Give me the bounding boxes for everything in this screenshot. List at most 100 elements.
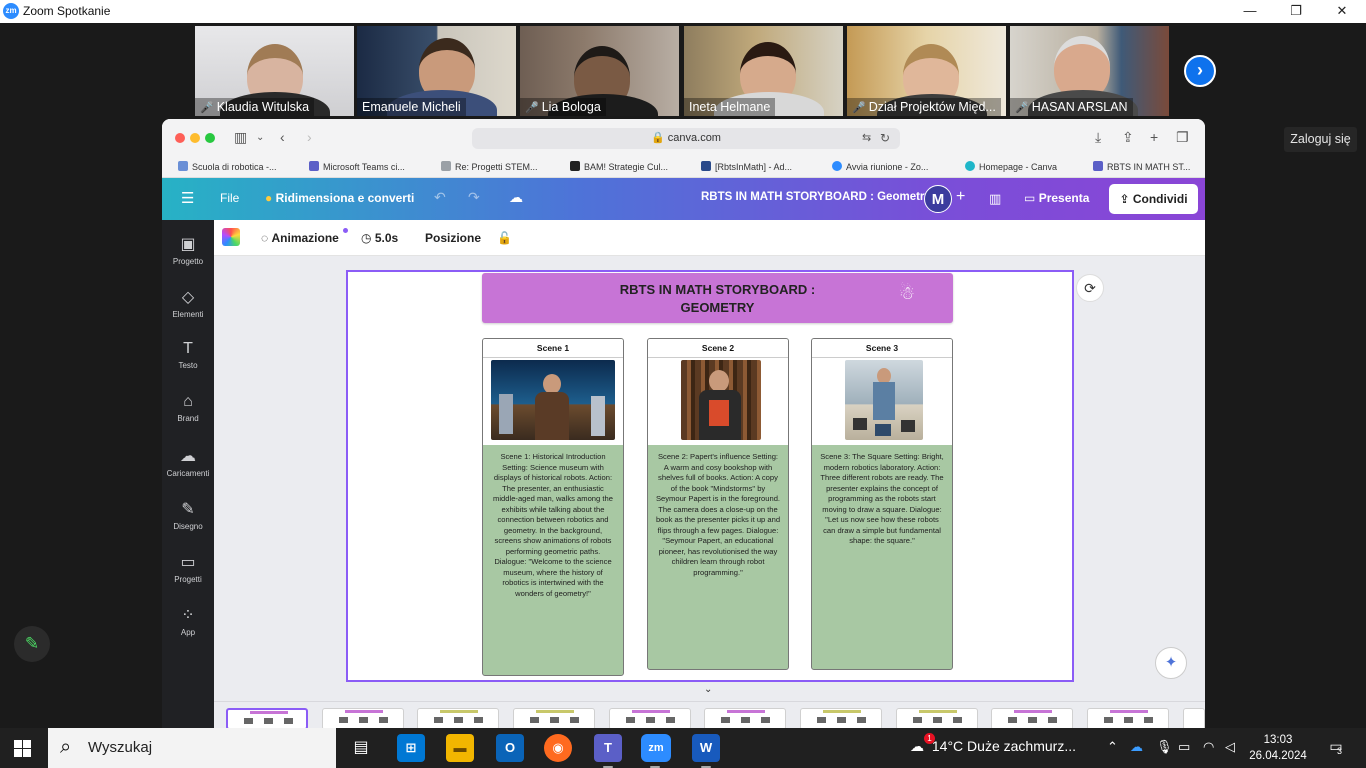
sidebar-item-projects[interactable]: ▭ Progetti	[162, 552, 214, 584]
chevron-up-icon[interactable]: ⌃	[1107, 739, 1118, 755]
battery-icon[interactable]: ▭	[1178, 739, 1190, 755]
sidebar-item-apps[interactable]: ⁘ App	[162, 605, 214, 637]
forward-icon[interactable]: ›	[307, 129, 312, 145]
close-button[interactable]: ✕	[1319, 0, 1365, 23]
position-button[interactable]: Posizione	[425, 231, 481, 245]
share-icon[interactable]: ⇪	[1122, 129, 1134, 146]
address-bar[interactable]: 🔒 canva.com	[472, 128, 900, 149]
microsoft-store-icon[interactable]: ⊞	[397, 734, 425, 762]
page-thumbnail[interactable]	[704, 708, 786, 728]
chevron-down-icon[interactable]: ⌄	[256, 132, 264, 143]
notifications-icon[interactable]: ▭ 3	[1325, 738, 1347, 758]
outlook-icon[interactable]: O	[496, 734, 524, 762]
annotate-pencil-icon[interactable]: ✎	[14, 626, 50, 662]
clock[interactable]: 13:03 26.04.2024	[1238, 732, 1318, 764]
bookmark[interactable]: Re: Progetti STEM...	[441, 161, 538, 172]
animation-button[interactable]: ◌ Animazione	[261, 231, 339, 245]
slide-title-banner[interactable]: RBTS IN MATH STORYBOARD : GEOMETRY ☃	[482, 273, 953, 323]
scene-card-1[interactable]: Scene 1 Scene 1: Historical Introduction…	[482, 338, 624, 676]
bookmark[interactable]: Homepage - Canva	[965, 161, 1057, 172]
windows-start-icon[interactable]	[14, 740, 31, 757]
page-thumbnail[interactable]	[1183, 708, 1205, 728]
add-collaborator-icon[interactable]: +	[956, 188, 965, 206]
crown-icon: ●	[265, 191, 273, 205]
new-tab-icon[interactable]: +	[1150, 129, 1158, 145]
color-picker-icon[interactable]	[222, 228, 240, 246]
back-icon[interactable]: ‹	[280, 129, 285, 145]
next-participants-button[interactable]: ›	[1184, 55, 1216, 87]
collapse-pages-icon[interactable]: ⌄	[704, 684, 712, 695]
video-tile[interactable]: 🎤 Dział Projektów Międ...	[847, 26, 1006, 116]
word-icon[interactable]: W	[692, 734, 720, 768]
bookmark-label: [RbtsInMath] - Ad...	[715, 162, 793, 172]
cloud-sync-icon[interactable]: ☁	[509, 189, 523, 206]
page-thumbnail[interactable]	[322, 708, 404, 728]
microphone-icon[interactable]: 🎙	[1156, 739, 1173, 755]
sidebar-item-draw[interactable]: ✎ Disegno	[162, 499, 214, 531]
share-button[interactable]: ⇪ Condividi	[1109, 184, 1198, 214]
document-title[interactable]: RBTS IN MATH STORYBOARD : Geometry	[701, 191, 931, 203]
undo-icon[interactable]: ↶	[434, 189, 446, 206]
video-tile[interactable]: Ineta Helmane	[684, 26, 843, 116]
sign-in-button[interactable]: Zaloguj się	[1284, 127, 1357, 152]
present-button[interactable]: ▭ Presenta	[1024, 191, 1089, 205]
wifi-icon[interactable]: ◠	[1203, 739, 1214, 755]
bookmark[interactable]: [RbtsInMath] - Ad...	[701, 161, 792, 172]
zoom-taskbar-icon[interactable]: zm	[641, 734, 671, 768]
minimize-dot[interactable]	[190, 133, 200, 143]
bookmark[interactable]: Avvia riunione - Zo...	[832, 161, 928, 172]
page-thumbnail[interactable]	[1087, 708, 1169, 728]
lock-icon[interactable]: 🔓	[497, 231, 512, 245]
volume-icon[interactable]: ◁	[1225, 739, 1235, 755]
onedrive-icon[interactable]: ☁	[1130, 739, 1143, 755]
sidebar-item-text[interactable]: T Testo	[162, 340, 214, 370]
menu-icon[interactable]: ☰	[181, 189, 194, 207]
reload-icon[interactable]: ↻	[880, 131, 890, 145]
translate-icon[interactable]: ⇆	[862, 131, 871, 144]
sidebar-item-uploads[interactable]: ☁ Caricamenti	[162, 446, 214, 478]
taskbar-search[interactable]: ⌕ Wyszukaj	[48, 728, 336, 768]
page-thumbnail[interactable]	[896, 708, 978, 728]
restore-button[interactable]: ❐	[1273, 0, 1319, 23]
video-tile[interactable]: 🎤 HASAN ARSLAN	[1010, 26, 1169, 116]
teams-icon[interactable]: T	[594, 734, 622, 768]
file-explorer-icon[interactable]: ▬	[446, 734, 474, 762]
page-thumbnail[interactable]	[226, 708, 308, 728]
redo-icon[interactable]: ↷	[468, 189, 480, 206]
sidebar-toggle-icon[interactable]: ▥	[234, 129, 247, 146]
task-view-icon[interactable]: ▤	[347, 734, 375, 762]
slide-page[interactable]: RBTS IN MATH STORYBOARD : GEOMETRY ☃ Sce…	[346, 270, 1074, 682]
file-menu[interactable]: File	[220, 191, 239, 205]
minimize-button[interactable]: —	[1227, 0, 1273, 23]
page-thumbnail[interactable]	[513, 708, 595, 728]
cloud-icon: ☁	[910, 738, 924, 754]
video-tile-active-speaker[interactable]: Emanuele Micheli	[357, 26, 516, 116]
tabs-overview-icon[interactable]: ❐	[1176, 129, 1189, 146]
insights-icon[interactable]: ▥	[989, 191, 1001, 207]
sidebar-item-project[interactable]: ▣ Progetto	[162, 234, 214, 266]
bookmark[interactable]: BAM! Strategie Cul...	[570, 161, 668, 172]
duration-button[interactable]: ◷ 5.0s	[361, 231, 398, 245]
magic-sparkle-icon[interactable]: ✦	[1155, 647, 1187, 679]
firefox-icon[interactable]: ◉	[544, 734, 572, 762]
sidebar-item-brand[interactable]: ⌂ Brand	[162, 393, 214, 423]
sidebar-item-elements[interactable]: ◇ Elementi	[162, 287, 214, 319]
avatar[interactable]: M	[924, 185, 952, 213]
regenerate-icon[interactable]: ⟳	[1076, 274, 1104, 302]
video-tile[interactable]: 🎤 Klaudia Witulska	[195, 26, 354, 116]
zoom-dot[interactable]	[205, 133, 215, 143]
weather-widget[interactable]: ☁ 1 14°C Duże zachmurz...	[910, 733, 1076, 755]
close-dot[interactable]	[175, 133, 185, 143]
download-icon[interactable]: ⤓	[1095, 129, 1101, 146]
scene-card-3[interactable]: Scene 3 Scene 3: The Square Setting: Bri…	[811, 338, 953, 670]
bookmark[interactable]: RBTS IN MATH ST...	[1093, 161, 1190, 172]
video-tile[interactable]: 🎤 Lia Bologa	[520, 26, 679, 116]
scene-card-2[interactable]: Scene 2 Scene 2: Papert's influence Sett…	[647, 338, 789, 670]
page-thumbnail[interactable]	[417, 708, 499, 728]
bookmark[interactable]: Microsoft Teams ci...	[309, 161, 405, 172]
page-thumbnail[interactable]	[991, 708, 1073, 728]
resize-button[interactable]: ● Ridimensiona e converti	[265, 191, 414, 205]
page-thumbnail[interactable]	[800, 708, 882, 728]
page-thumbnail[interactable]	[609, 708, 691, 728]
bookmark[interactable]: Scuola di robotica -...	[178, 161, 277, 172]
